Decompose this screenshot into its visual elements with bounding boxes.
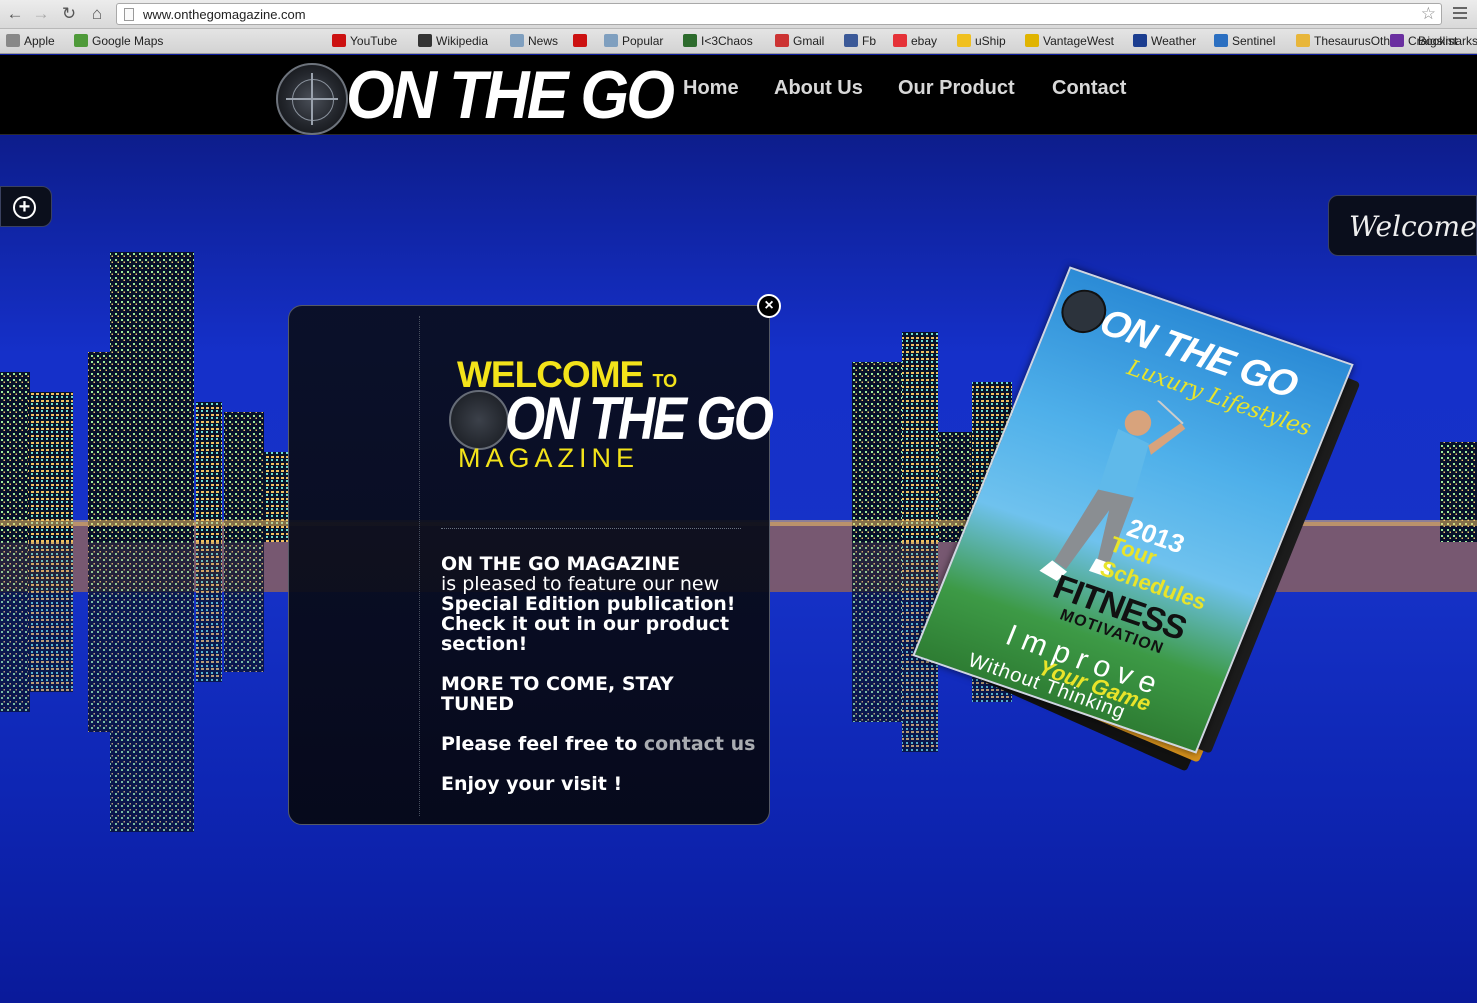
site-logo[interactable]: ON THE GO: [276, 57, 675, 135]
bookmark-item[interactable]: [573, 33, 591, 50]
nav-about-us[interactable]: About Us: [774, 77, 863, 100]
welcome-popup: WELCOME TO ON THE GO MAGAZINE ON THE GO …: [288, 305, 774, 825]
bookmark-label: News: [528, 34, 559, 48]
apple-icon: [6, 34, 20, 47]
popup-contact-line: Please feel free to contact us: [441, 734, 755, 754]
uship-icon: [957, 34, 971, 47]
bookmark-item[interactable]: Apple: [6, 33, 55, 50]
welcome-tab[interactable]: Welcome: [1328, 195, 1477, 256]
bookmark-item[interactable]: Weather: [1133, 33, 1196, 50]
back-arrow-icon[interactable]: ←: [4, 4, 26, 24]
logo-text: ON THE GO: [346, 57, 675, 133]
bookmark-label: YouTube: [350, 34, 398, 48]
bookmark-item[interactable]: ThesaurusOth: [1296, 33, 1390, 50]
address-bar[interactable]: www.onthegomagazine.com ☆: [116, 3, 1442, 25]
magazine-stack-image[interactable]: ON THE GO Luxury Lifestyles 2013 Tour Sc…: [912, 266, 1477, 830]
popup-line-title: ON THE GO MAGAZINE: [441, 553, 681, 575]
youtube-icon: [332, 34, 346, 47]
bookmark-label: Fb: [862, 34, 877, 48]
compass-icon: [276, 63, 348, 135]
close-icon: ×: [764, 297, 774, 314]
expand-panel-button[interactable]: +: [0, 186, 52, 227]
facebook-icon: [844, 34, 858, 47]
welcome-tab-label: Welcome: [1349, 210, 1477, 243]
folder-icon: [510, 34, 524, 47]
bookmark-label: uShip: [975, 34, 1006, 48]
youtube-icon: [573, 34, 587, 47]
page-icon: [124, 8, 134, 21]
bookmarks-bar: Apple Google Maps YouTube Wikipedia News Popu…: [0, 29, 1477, 54]
bookmark-item[interactable]: YouTube: [332, 33, 397, 50]
forward-arrow-icon[interactable]: →: [30, 4, 52, 24]
browser-toolbar: ← → ↻ ⌂ www.onthegomagazine.com ☆: [0, 0, 1477, 29]
bookmark-item[interactable]: Google Maps: [74, 33, 163, 50]
close-popup-button[interactable]: ×: [757, 294, 781, 318]
bookmark-item[interactable]: uShip: [957, 33, 1006, 50]
maps-icon: [74, 34, 88, 47]
bookmark-label: Sentinel: [1232, 34, 1276, 48]
bookmark-item[interactable]: Sentinel: [1214, 33, 1275, 50]
bookmark-label: Google Maps: [92, 34, 164, 48]
other-bookmarks-label: Bookmarks: [1418, 34, 1477, 48]
popup-line-2: is pleased to feature our new: [441, 573, 720, 595]
weather-icon: [1133, 34, 1147, 47]
popup-contact-prefix: Please feel free to: [441, 733, 638, 755]
thesaurus-icon: [1296, 34, 1310, 47]
bookmark-item[interactable]: I<3Chaos: [683, 33, 753, 50]
popup-divider-horizontal: [441, 528, 741, 529]
bookmark-label: Apple: [24, 34, 55, 48]
reload-icon[interactable]: ↻: [58, 4, 80, 24]
popup-magazine-label: MAGAZINE: [458, 443, 640, 473]
home-icon[interactable]: ⌂: [86, 4, 108, 24]
sentinel-icon: [1214, 34, 1228, 47]
bookmark-star-icon[interactable]: ☆: [1421, 4, 1436, 24]
bookmark-item[interactable]: News: [510, 33, 558, 50]
bookmark-label: VantageWest: [1043, 34, 1114, 48]
popup-line-7: TUNED: [441, 693, 515, 715]
bookmark-item[interactable]: VantageWest: [1025, 33, 1114, 50]
contact-us-link[interactable]: contact us: [644, 733, 756, 755]
ebay-icon: [893, 34, 907, 47]
compass-icon: [449, 390, 509, 450]
bookmark-item[interactable]: Fb: [844, 33, 876, 50]
other-bookmarks[interactable]: Bookmarks: [1418, 33, 1477, 50]
site-header: ON THE GO Home About Us Our Product Cont…: [0, 55, 1477, 135]
bookmark-label: Wikipedia: [436, 34, 489, 48]
popup-divider-vertical: [419, 316, 420, 816]
bookmark-label: Weather: [1151, 34, 1197, 48]
bookmark-label: Gmail: [793, 34, 825, 48]
bookmark-label: ThesaurusOth: [1314, 34, 1391, 48]
vantagewest-icon: [1025, 34, 1039, 47]
bookmark-label: I<3Chaos: [701, 34, 753, 48]
bookmark-item[interactable]: Popular: [604, 33, 663, 50]
popup-line-3: Special Edition publication!: [441, 593, 736, 615]
nav-our-product[interactable]: Our Product: [898, 77, 1015, 100]
popup-line-4: Check it out in our product: [441, 613, 730, 635]
folder-icon: [604, 34, 618, 47]
popup-line-5: section!: [441, 633, 528, 655]
plus-icon: +: [13, 196, 36, 219]
gmail-icon: [775, 34, 789, 47]
wikipedia-icon: [418, 34, 432, 47]
popup-enjoy-line: Enjoy your visit !: [441, 773, 623, 795]
craigslist-icon: [1390, 34, 1404, 47]
bookmark-item[interactable]: ebay: [893, 33, 937, 50]
bookmark-item[interactable]: Gmail: [775, 33, 824, 50]
nav-home[interactable]: Home: [683, 77, 739, 100]
nav-contact[interactable]: Contact: [1052, 77, 1126, 100]
bookmark-item[interactable]: Wikipedia: [418, 33, 488, 50]
popup-line-6: MORE TO COME, STAY: [441, 673, 674, 695]
browser-menu-icon[interactable]: [1453, 5, 1467, 21]
bookmark-label: ebay: [911, 34, 938, 48]
chaos-icon: [683, 34, 697, 47]
bookmark-label: Popular: [622, 34, 664, 48]
magazine-front-cover: ON THE GO Luxury Lifestyles 2013 Tour Sc…: [912, 266, 1354, 754]
address-url[interactable]: www.onthegomagazine.com: [143, 7, 306, 22]
